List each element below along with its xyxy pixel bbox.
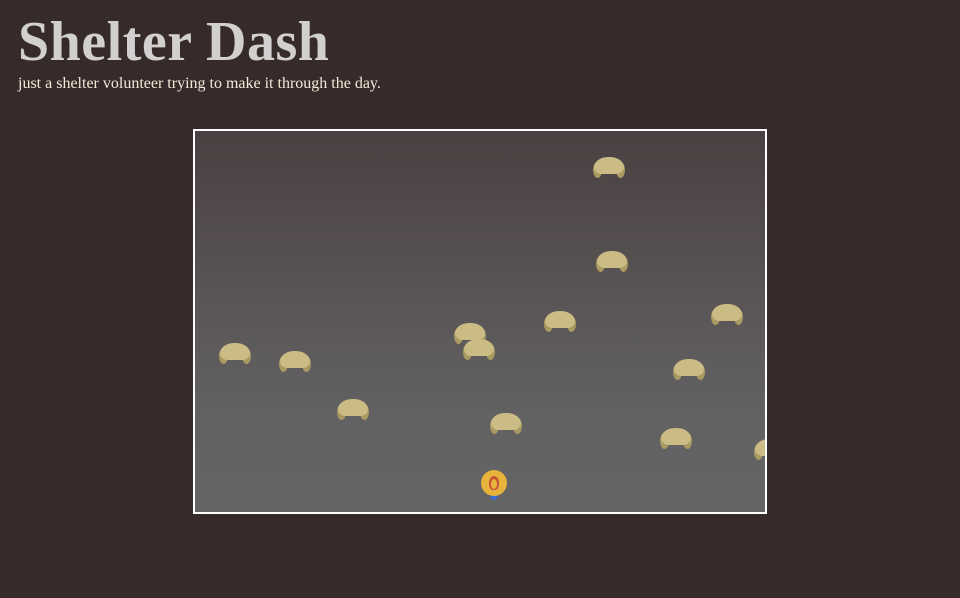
bed-base xyxy=(712,304,742,321)
dog-bed-icon xyxy=(754,439,765,461)
bed-base xyxy=(661,428,691,445)
bed-base xyxy=(338,399,368,416)
dog-bed-icon xyxy=(596,251,628,273)
page-title: Shelter Dash xyxy=(18,11,330,73)
bed-base xyxy=(594,157,624,174)
dog-bed-icon xyxy=(279,351,311,373)
bed-base xyxy=(755,439,765,456)
bed-base xyxy=(220,343,250,360)
bed-base xyxy=(455,323,485,340)
dog-bed-icon xyxy=(219,343,251,365)
dog-bed-icon xyxy=(337,399,369,421)
bed-base xyxy=(674,359,704,376)
bed-base xyxy=(545,311,575,328)
bed-base xyxy=(491,413,521,430)
dog-bed-icon xyxy=(544,311,576,333)
dog-bed-icon xyxy=(463,339,495,361)
dog-bed-icon xyxy=(673,359,705,381)
bed-base xyxy=(464,339,494,356)
dog-bed-icon xyxy=(593,157,625,179)
dog-bed-icon xyxy=(711,304,743,326)
bed-base xyxy=(597,251,627,268)
dog-bed-icon xyxy=(660,428,692,450)
dog-bed-icon xyxy=(490,413,522,435)
player-face xyxy=(491,479,497,489)
page: Shelter Dash just a shelter volunteer tr… xyxy=(0,0,960,598)
page-subtitle: just a shelter volunteer trying to make … xyxy=(18,75,381,92)
volunteer-icon xyxy=(481,470,509,504)
bed-base xyxy=(280,351,310,368)
game-canvas[interactable] xyxy=(193,129,767,514)
